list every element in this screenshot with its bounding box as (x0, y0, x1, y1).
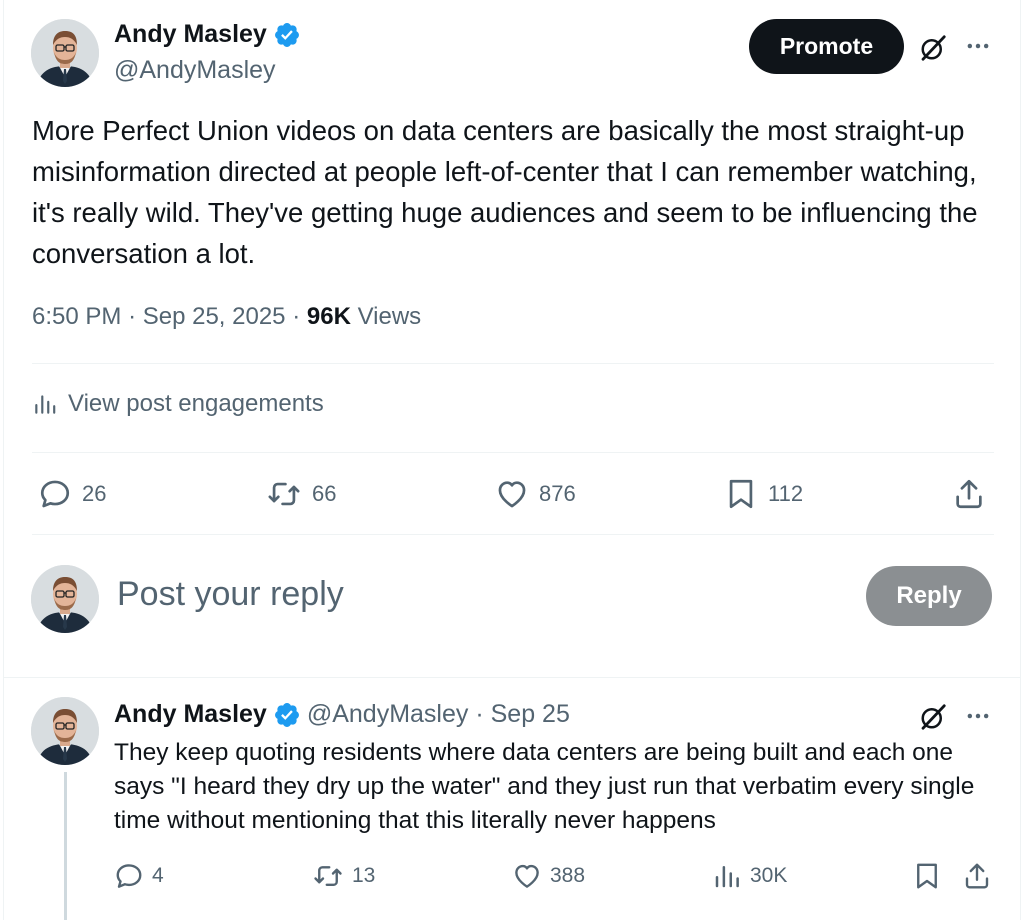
reply-count: 4 (152, 864, 164, 887)
bookmark-icon (912, 861, 942, 891)
views-label: Views (357, 303, 422, 330)
like-icon (512, 861, 542, 891)
share-action[interactable] (962, 861, 1000, 891)
reply-date[interactable]: Sep 25 (491, 700, 570, 729)
like-icon (495, 477, 529, 511)
reply-count: 26 (82, 481, 107, 506)
section-divider (4, 677, 1020, 678)
share-action[interactable] (952, 477, 996, 511)
bookmark-action[interactable]: 112 (724, 477, 803, 511)
meta-separator: · (292, 303, 307, 330)
reply-action[interactable]: 26 (38, 477, 106, 511)
reply-icon (38, 477, 72, 511)
meta-separator: · (468, 700, 491, 728)
bookmark-icon (724, 477, 758, 511)
grok-icon[interactable] (917, 32, 949, 64)
reply-author-row: Andy Masley @AndyMasley · Sep 25 (114, 700, 570, 729)
views-count: 96K (306, 303, 351, 330)
divider (32, 452, 994, 453)
author-avatar[interactable] (31, 19, 99, 87)
repost-icon (266, 477, 302, 511)
repost-action[interactable]: 66 (266, 477, 336, 511)
divider (32, 534, 994, 535)
reply-author-display-name[interactable]: Andy Masley (114, 700, 267, 729)
like-count: 388 (550, 864, 586, 887)
view-engagements-link[interactable]: View post engagements (32, 390, 324, 418)
repost-icon (312, 861, 344, 891)
author-display-name[interactable]: Andy Masley (114, 20, 267, 49)
grok-icon[interactable] (917, 702, 949, 732)
views-action[interactable]: 30K (712, 861, 787, 891)
verified-badge-icon[interactable] (273, 21, 301, 49)
analytics-icon (32, 391, 58, 417)
repost-count: 13 (352, 864, 376, 887)
tweet-time[interactable]: 6:50 PM (32, 303, 121, 330)
reply-input[interactable]: Post your reply (117, 575, 344, 614)
author-handle-row: @AndyMasley (114, 56, 276, 85)
thread-line (64, 772, 67, 920)
divider (32, 363, 994, 364)
reply-author-handle[interactable]: @AndyMasley (307, 700, 469, 729)
composer-avatar[interactable] (31, 565, 99, 633)
analytics-icon (712, 861, 742, 891)
share-icon (952, 477, 986, 511)
more-icon[interactable] (962, 32, 994, 60)
tweet-meta: 6:50 PM · Sep 25, 2025 · 96K Views (32, 303, 421, 331)
verified-badge-icon[interactable] (273, 701, 301, 729)
reply-author-avatar[interactable] (31, 697, 99, 765)
tweet-date[interactable]: Sep 25, 2025 (143, 303, 286, 330)
reply-action[interactable]: 4 (114, 861, 164, 891)
bookmark-action[interactable] (912, 861, 950, 891)
repost-action[interactable]: 13 (312, 861, 375, 891)
tweet-text: More Perfect Union videos on data center… (32, 115, 978, 269)
like-count: 876 (539, 481, 576, 506)
share-icon (962, 861, 992, 891)
promote-button[interactable]: Promote (749, 19, 904, 74)
author-handle[interactable]: @AndyMasley (114, 56, 276, 85)
more-icon[interactable] (962, 702, 994, 730)
meta-separator: · (128, 303, 143, 330)
reply-icon (114, 861, 144, 891)
view-count: 30K (750, 864, 788, 887)
like-action[interactable]: 876 (495, 477, 576, 511)
repost-count: 66 (312, 481, 337, 506)
bookmark-count: 112 (768, 481, 804, 506)
like-action[interactable]: 388 (512, 861, 585, 891)
view-engagements-label: View post engagements (68, 390, 324, 417)
author-name-row: Andy Masley (114, 20, 301, 49)
reply-text: They keep quoting residents where data c… (114, 739, 975, 834)
reply-button[interactable]: Reply (866, 566, 992, 626)
